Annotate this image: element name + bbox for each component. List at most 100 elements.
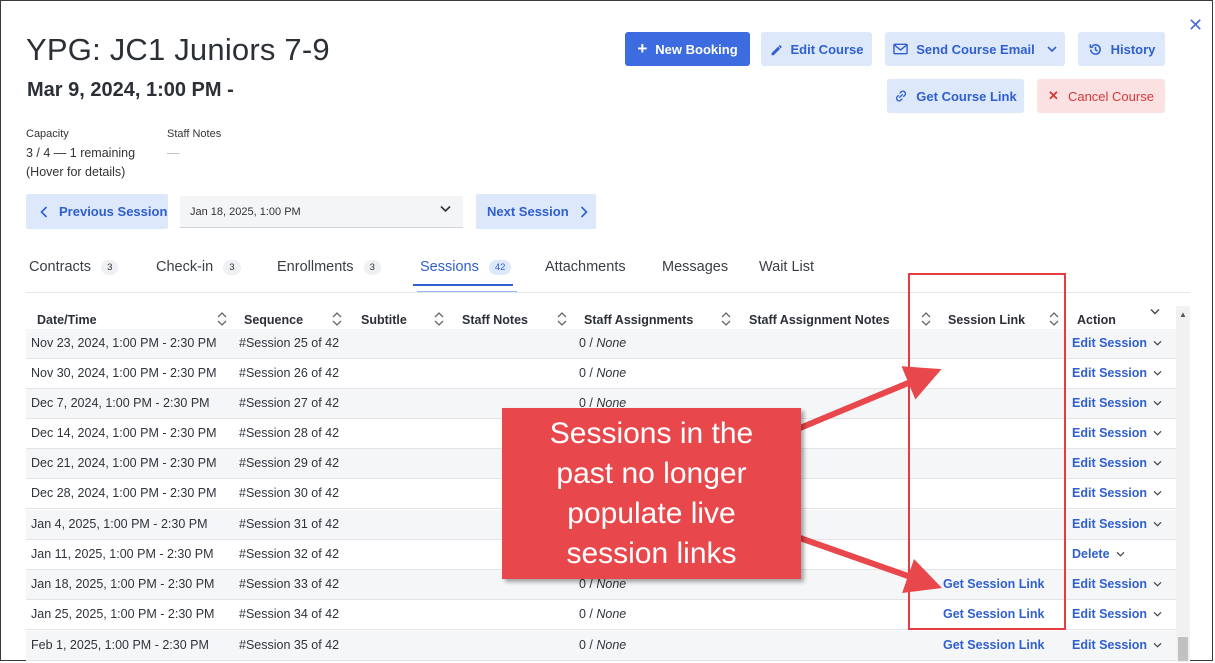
edit-course-button[interactable]: Edit Course — [761, 32, 872, 66]
capacity-hint[interactable]: (Hover for details) — [26, 163, 125, 182]
sort-icon[interactable] — [1049, 311, 1059, 327]
tab-enrollments[interactable]: Enrollments 3 — [277, 256, 381, 278]
cell-sequence: #Session 29 of 42 — [239, 456, 340, 470]
edit-session-button[interactable]: Edit Session — [1072, 426, 1162, 440]
tab-badge: 3 — [363, 259, 381, 275]
chevron-down-icon — [440, 205, 451, 213]
page-subtitle: Mar 9, 2024, 1:00 PM - — [27, 79, 234, 101]
sort-icon[interactable] — [434, 311, 444, 327]
cell-staff-assignments: 0 / None — [579, 336, 627, 350]
chevron-down-icon — [1153, 460, 1162, 466]
tab-divider — [26, 292, 1190, 293]
cell-date: Jan 4, 2025, 1:00 PM - 2:30 PM — [31, 517, 208, 531]
new-booking-button[interactable]: + New Booking — [625, 32, 750, 66]
tab-contracts[interactable]: Contracts 3 — [29, 256, 119, 278]
sort-icon[interactable] — [921, 311, 931, 327]
delete-session-button[interactable]: Delete — [1072, 547, 1125, 561]
history-button[interactable]: History — [1078, 32, 1165, 66]
column-header-action[interactable]: Action — [1077, 313, 1116, 327]
edit-session-button[interactable]: Edit Session — [1072, 486, 1162, 500]
chevron-down-icon — [1116, 551, 1124, 557]
cell-staff-assignments: 0 / None — [579, 366, 627, 380]
table-scrollbar[interactable] — [1176, 306, 1190, 662]
cancel-course-button[interactable]: ✕ Cancel Course — [1037, 79, 1165, 113]
tab-badge: 42 — [488, 259, 512, 275]
close-icon[interactable]: ✕ — [1188, 16, 1203, 34]
tab-attachments[interactable]: Attachments — [545, 256, 626, 278]
annotation-callout: Sessions in the past no longer populate … — [502, 408, 801, 579]
sort-icon[interactable] — [332, 311, 342, 327]
scroll-up-arrow-icon[interactable]: ▲ — [1179, 310, 1187, 319]
cell-date: Feb 1, 2025, 1:00 PM - 2:30 PM — [31, 638, 209, 652]
tab-wait-list[interactable]: Wait List — [759, 256, 814, 278]
chevron-down-icon — [1153, 430, 1162, 436]
column-header-subtitle[interactable]: Subtitle — [361, 313, 407, 327]
next-session-button[interactable]: Next Session — [476, 194, 596, 229]
cell-date: Dec 7, 2024, 1:00 PM - 2:30 PM — [31, 396, 210, 410]
column-header-session-link[interactable]: Session Link — [948, 313, 1025, 327]
chevron-left-icon — [40, 205, 48, 218]
chevron-down-icon — [1153, 521, 1162, 527]
cell-date: Nov 23, 2024, 1:00 PM - 2:30 PM — [31, 336, 217, 350]
edit-session-button[interactable]: Edit Session — [1072, 456, 1162, 470]
column-header-sequence[interactable]: Sequence — [244, 313, 303, 327]
capacity-value: 3 / 4 — 1 remaining — [26, 146, 136, 160]
send-course-email-button[interactable]: Send Course Email — [885, 32, 1065, 66]
edit-session-button[interactable]: Edit Session — [1072, 607, 1162, 621]
get-course-link-button[interactable]: Get Course Link — [887, 79, 1024, 113]
tab-messages[interactable]: Messages — [662, 256, 728, 278]
sort-icon[interactable] — [557, 311, 567, 327]
chevron-down-icon[interactable] — [1150, 308, 1160, 316]
link-icon — [896, 90, 907, 102]
column-header-date-time[interactable]: Date/Time — [37, 313, 97, 327]
cell-date: Dec 28, 2024, 1:00 PM - 2:30 PM — [31, 486, 217, 500]
sort-icon[interactable] — [217, 311, 227, 327]
staff-notes-label: Staff Notes — [167, 128, 222, 140]
edit-session-button[interactable]: Edit Session — [1072, 336, 1162, 350]
cell-sequence: #Session 31 of 42 — [239, 517, 340, 531]
chevron-down-icon — [1153, 611, 1162, 617]
x-icon: ✕ — [1048, 88, 1059, 103]
cell-date: Dec 21, 2024, 1:00 PM - 2:30 PM — [31, 456, 217, 470]
edit-session-button[interactable]: Edit Session — [1072, 366, 1162, 380]
chevron-down-icon — [1153, 400, 1162, 406]
chevron-down-icon — [1047, 45, 1057, 52]
table-row: Feb 1, 2025, 1:00 PM - 2:30 PM #Session … — [26, 631, 1176, 661]
table-row: Nov 30, 2024, 1:00 PM - 2:30 PM #Session… — [26, 359, 1176, 389]
previous-session-button[interactable]: Previous Session — [26, 194, 168, 229]
cell-date: Dec 14, 2024, 1:00 PM - 2:30 PM — [31, 426, 217, 440]
edit-session-button[interactable]: Edit Session — [1072, 517, 1162, 531]
cell-sequence: #Session 26 of 42 — [239, 366, 340, 380]
chevron-down-icon — [1153, 581, 1162, 587]
envelope-icon — [893, 43, 909, 55]
chevron-down-icon — [1153, 370, 1162, 376]
get-session-link[interactable]: Get Session Link — [943, 577, 1044, 591]
edit-session-button[interactable]: Edit Session — [1072, 396, 1162, 410]
chevron-down-icon — [1153, 642, 1162, 648]
tab-check-in[interactable]: Check-in 3 — [156, 256, 241, 278]
scrollbar-thumb[interactable] — [1178, 637, 1188, 661]
tab-bar: Contracts 3 Check-in 3 Enrollments 3 Sessio… — [0, 256, 1200, 292]
active-tab-underline-shadow — [417, 291, 517, 292]
page-title: YPG: JC1 Juniors 7-9 — [26, 32, 330, 67]
cell-date: Nov 30, 2024, 1:00 PM - 2:30 PM — [31, 366, 217, 380]
sort-icon[interactable] — [721, 311, 731, 327]
edit-session-button[interactable]: Edit Session — [1072, 577, 1162, 591]
active-tab-underline — [413, 284, 513, 286]
tab-sessions[interactable]: Sessions 42 — [420, 256, 512, 278]
chevron-down-icon — [1153, 340, 1162, 346]
session-select[interactable]: Jan 18, 2025, 1:00 PM — [180, 196, 463, 228]
cell-staff-assignments: 0 / None — [579, 607, 627, 621]
cell-sequence: #Session 32 of 42 — [239, 547, 340, 561]
get-session-link[interactable]: Get Session Link — [943, 638, 1044, 652]
cell-sequence: #Session 35 of 42 — [239, 638, 340, 652]
edit-session-button[interactable]: Edit Session — [1072, 638, 1162, 652]
cell-staff-assignments: 0 / None — [579, 638, 627, 652]
column-header-staff-notes[interactable]: Staff Notes — [462, 313, 528, 327]
column-header-staff-assignments[interactable]: Staff Assignments — [584, 313, 693, 327]
cell-sequence: #Session 28 of 42 — [239, 426, 340, 440]
pencil-icon — [771, 44, 782, 55]
cell-sequence: #Session 25 of 42 — [239, 336, 340, 350]
get-session-link[interactable]: Get Session Link — [943, 607, 1044, 621]
column-header-staff-assignment-notes[interactable]: Staff Assignment Notes — [749, 313, 890, 327]
